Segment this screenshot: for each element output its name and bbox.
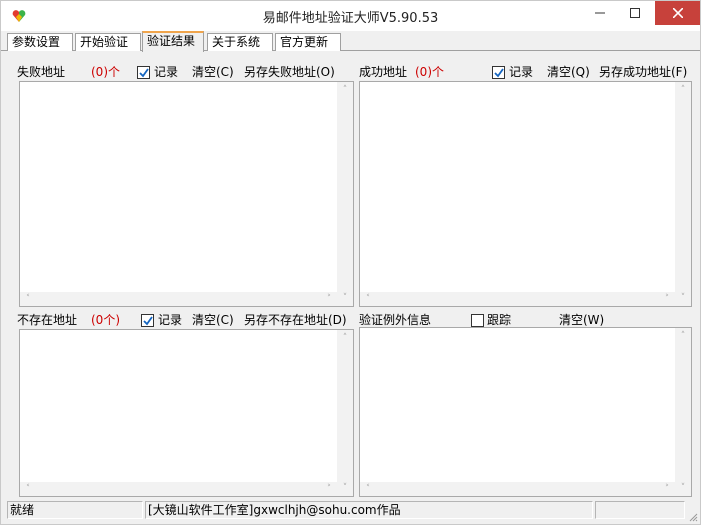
minimize-icon (595, 12, 605, 14)
tab-label: 参数设置 (12, 35, 61, 49)
failed-record-checkbox[interactable] (137, 66, 150, 79)
nonexistent-save-button[interactable]: 另存不存在地址(D) (244, 311, 347, 329)
horizontal-scrollbar[interactable]: ˂ ˃ (360, 482, 675, 496)
close-button[interactable] (655, 1, 700, 25)
tab-bar: 参数设置 开始验证 验证结果 关于系统 官方更新 (1, 31, 700, 52)
success-label: 成功地址 (359, 65, 408, 79)
nonexistent-record-label[interactable]: 记录 (158, 311, 182, 329)
scroll-up-icon[interactable]: ˄ (677, 331, 689, 341)
scroll-down-icon[interactable]: ˅ (339, 483, 351, 493)
success-address-list[interactable]: ˄ ˅ ˂ ˃ (359, 81, 692, 307)
scroll-left-icon[interactable]: ˂ (362, 484, 374, 494)
nonexistent-record-checkbox[interactable] (141, 314, 154, 327)
scroll-up-icon[interactable]: ˄ (677, 85, 689, 95)
success-clear-button[interactable]: 清空(Q) (547, 63, 590, 81)
maximize-icon (630, 8, 640, 18)
vertical-scrollbar[interactable]: ˄ ˅ (675, 328, 691, 496)
horizontal-scrollbar[interactable]: ˂ ˃ (360, 292, 675, 306)
failed-save-button[interactable]: 另存失败地址(O) (244, 63, 335, 81)
tab-start-verify[interactable]: 开始验证 (75, 33, 141, 51)
scroll-down-icon[interactable]: ˅ (677, 293, 689, 303)
exceptions-list[interactable]: ˄ ˅ ˂ ˃ (359, 327, 692, 497)
scroll-left-icon[interactable]: ˂ (22, 484, 34, 494)
checkmark-icon (143, 316, 153, 326)
title-bar[interactable]: 易邮件地址验证大师V5.90.53 (1, 1, 700, 31)
vertical-scrollbar[interactable]: ˄ ˅ (337, 82, 353, 306)
status-bar: 就绪 [大镜山软件工作室]gxwclhjh@sohu.com作品 (1, 499, 700, 524)
scroll-down-icon[interactable]: ˅ (339, 293, 351, 303)
tab-label: 验证结果 (147, 34, 196, 48)
failed-count: (0)个 (91, 65, 120, 79)
failed-record-label[interactable]: 记录 (154, 63, 178, 81)
status-credit: [大镜山软件工作室]gxwclhjh@sohu.com作品 (145, 501, 593, 519)
status-extra (595, 501, 685, 519)
failed-label: 失败地址 (17, 65, 66, 79)
success-count: (0)个 (415, 65, 444, 79)
scroll-right-icon[interactable]: ˃ (323, 484, 335, 494)
tab-results[interactable]: 验证结果 (142, 31, 204, 52)
resize-grip-icon[interactable] (688, 512, 698, 522)
checkmark-icon (494, 68, 504, 78)
scroll-up-icon[interactable]: ˄ (339, 333, 351, 343)
vertical-scrollbar[interactable]: ˄ ˅ (337, 330, 353, 496)
scroll-up-icon[interactable]: ˄ (339, 85, 351, 95)
scroll-down-icon[interactable]: ˅ (677, 483, 689, 493)
minimize-button[interactable] (585, 1, 615, 25)
nonexistent-label: 不存在地址 (17, 313, 78, 327)
tab-label: 关于系统 (212, 35, 261, 49)
checkmark-icon (139, 68, 149, 78)
failed-clear-button[interactable]: 清空(C) (192, 63, 234, 81)
close-icon (672, 8, 683, 18)
tab-official-update[interactable]: 官方更新 (275, 33, 341, 51)
nonexistent-panel-header: 不存在地址 (0个) 记录 清空(C) 另存不存在地址(D) (17, 311, 347, 329)
horizontal-scrollbar[interactable]: ˂ ˃ (20, 292, 337, 306)
horizontal-scrollbar[interactable]: ˂ ˃ (20, 482, 337, 496)
success-record-label[interactable]: 记录 (509, 63, 533, 81)
failed-address-list[interactable]: ˄ ˅ ˂ ˃ (19, 81, 354, 307)
scroll-left-icon[interactable]: ˂ (22, 294, 34, 304)
maximize-button[interactable] (615, 1, 655, 25)
tab-about[interactable]: 关于系统 (207, 33, 273, 51)
success-panel-header: 成功地址 (0)个 记录 清空(Q) 另存成功地址(F) (359, 63, 689, 81)
scroll-right-icon[interactable]: ˃ (323, 294, 335, 304)
exceptions-trace-checkbox[interactable] (471, 314, 484, 327)
tab-label: 官方更新 (280, 35, 329, 49)
tab-label: 开始验证 (80, 35, 129, 49)
main-window: 易邮件地址验证大师V5.90.53 参数设置 开始验证 验证结果 关于系统 官方… (0, 0, 701, 525)
success-record-checkbox[interactable] (492, 66, 505, 79)
failed-panel-header: 失败地址 (0)个 记录 清空(C) 另存失败地址(O) (17, 63, 337, 81)
scroll-left-icon[interactable]: ˂ (362, 294, 374, 304)
nonexistent-address-list[interactable]: ˄ ˅ ˂ ˃ (19, 329, 354, 497)
status-state: 就绪 (7, 501, 143, 519)
nonexistent-count: (0个) (91, 313, 120, 327)
nonexistent-clear-button[interactable]: 清空(C) (192, 311, 234, 329)
tab-settings[interactable]: 参数设置 (7, 33, 73, 51)
vertical-scrollbar[interactable]: ˄ ˅ (675, 82, 691, 306)
scroll-right-icon[interactable]: ˃ (661, 484, 673, 494)
scroll-right-icon[interactable]: ˃ (661, 294, 673, 304)
success-save-button[interactable]: 另存成功地址(F) (599, 63, 687, 81)
